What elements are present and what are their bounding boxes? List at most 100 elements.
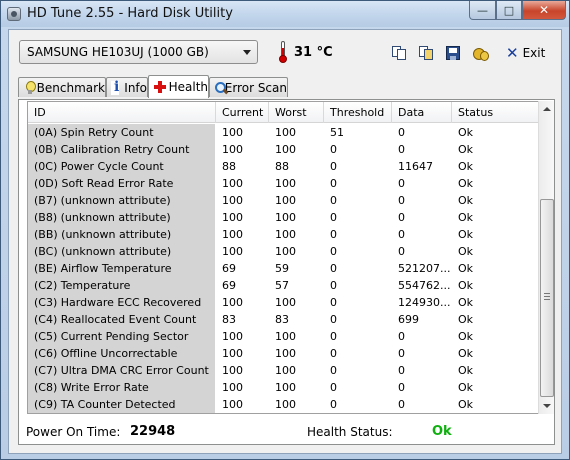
- column-header-status[interactable]: Status: [452, 102, 538, 123]
- cell-current: 100: [222, 347, 243, 360]
- exit-icon: ✕: [506, 44, 519, 62]
- table-row[interactable]: (C5) Current Pending Sector 100 100 0 0 Ok: [28, 328, 538, 345]
- cell-data: 699: [398, 313, 419, 326]
- cell-current: 83: [222, 313, 236, 326]
- window-title: HD Tune 2.55 - Hard Disk Utility: [27, 6, 233, 21]
- cell-status: Ok: [458, 330, 474, 343]
- table-row[interactable]: (C8) Write Error Rate 100 100 0 0 Ok: [28, 379, 538, 396]
- app-window: HD Tune 2.55 - Hard Disk Utility — □ ✕ S…: [0, 0, 570, 460]
- cell-worst: 59: [275, 262, 289, 275]
- cell-data: 0: [398, 398, 405, 411]
- column-header-data[interactable]: Data: [392, 102, 452, 123]
- cell-data: 0: [398, 381, 405, 394]
- cell-id: (0C) Power Cycle Count: [28, 158, 215, 175]
- cell-status: Ok: [458, 296, 474, 309]
- table-row[interactable]: (C4) Reallocated Event Count 83 83 0 699 Ok: [28, 311, 538, 328]
- cell-status: Ok: [458, 279, 474, 292]
- table-row[interactable]: (0B) Calibration Retry Count 100 100 0 0 Ok: [28, 141, 538, 158]
- table-row[interactable]: (C7) Ultra DMA CRC Error Count 100 100 0 0 Ok: [28, 362, 538, 379]
- scroll-up-button[interactable]: [539, 101, 555, 117]
- cell-worst: 100: [275, 296, 296, 309]
- minimize-button[interactable]: —: [469, 1, 496, 20]
- table-row[interactable]: (C6) Offline Uncorrectable 100 100 0 0 Ok: [28, 345, 538, 362]
- cell-threshold: 0: [330, 279, 337, 292]
- magnifier-icon: [214, 81, 226, 95]
- cell-data: 0: [398, 194, 405, 207]
- cell-status: Ok: [458, 245, 474, 258]
- column-header-threshold[interactable]: Threshold: [324, 102, 392, 123]
- column-header-id[interactable]: ID: [28, 102, 216, 123]
- cell-worst: 100: [275, 381, 296, 394]
- cell-status: Ok: [458, 177, 474, 190]
- cell-worst: 100: [275, 245, 296, 258]
- lightbulb-icon: [23, 80, 36, 95]
- tab-info[interactable]: Info: [106, 77, 148, 97]
- cell-threshold: 0: [330, 313, 337, 326]
- power-on-time-label: Power On Time:: [26, 425, 121, 439]
- column-header-worst[interactable]: Worst: [269, 102, 324, 123]
- cell-threshold: 0: [330, 228, 337, 241]
- table-row[interactable]: (C9) TA Counter Detected 100 100 0 0 Ok: [28, 396, 538, 413]
- cell-data: 521207...: [398, 262, 451, 275]
- copy-text-icon: [392, 46, 406, 60]
- copy-text-button[interactable]: [389, 43, 409, 63]
- arrow-down-icon: [543, 404, 551, 408]
- table-row[interactable]: (0C) Power Cycle Count 88 88 0 11647 Ok: [28, 158, 538, 175]
- table-row[interactable]: (B8) (unknown attribute) 100 100 0 0 Ok: [28, 209, 538, 226]
- cell-data: 11647: [398, 160, 433, 173]
- table-row[interactable]: (0D) Soft Read Error Rate 100 100 0 0 Ok: [28, 175, 538, 192]
- title-bar[interactable]: HD Tune 2.55 - Hard Disk Utility — □ ✕: [1, 1, 569, 27]
- tab-label: Benchmark: [36, 80, 105, 95]
- tab-benchmark[interactable]: Benchmark: [18, 77, 106, 97]
- arrow-up-icon: [543, 107, 551, 111]
- drive-select[interactable]: SAMSUNG HE103UJ (1000 GB): [19, 40, 258, 64]
- cell-worst: 100: [275, 177, 296, 190]
- cell-worst: 100: [275, 194, 296, 207]
- cell-id: (0B) Calibration Retry Count: [28, 141, 215, 158]
- table-row[interactable]: (C2) Temperature 69 57 0 554762... Ok: [28, 277, 538, 294]
- table-row[interactable]: (BC) (unknown attribute) 100 100 0 0 Ok: [28, 243, 538, 260]
- cell-status: Ok: [458, 347, 474, 360]
- cell-current: 100: [222, 296, 243, 309]
- copy-screenshot-button[interactable]: [416, 43, 436, 63]
- options-icon: [472, 45, 489, 61]
- cell-current: 100: [222, 143, 243, 156]
- cell-worst: 100: [275, 347, 296, 360]
- scrollbar-thumb[interactable]: [540, 199, 554, 397]
- table-row[interactable]: (C3) Hardware ECC Recovered 100 100 0 124930…: [28, 294, 538, 311]
- cell-threshold: 0: [330, 296, 337, 309]
- options-button[interactable]: [470, 43, 490, 63]
- cell-id: (C6) Offline Uncorrectable: [28, 345, 215, 362]
- cell-id: (C2) Temperature: [28, 277, 215, 294]
- cell-data: 0: [398, 347, 405, 360]
- app-icon: [7, 7, 21, 21]
- close-button[interactable]: ✕: [522, 1, 566, 20]
- table-row[interactable]: (BB) (unknown attribute) 100 100 0 0 Ok: [28, 226, 538, 243]
- exit-button[interactable]: ✕ Exit: [506, 43, 548, 63]
- vertical-scrollbar[interactable]: [538, 101, 554, 414]
- scroll-down-button[interactable]: [539, 398, 555, 414]
- tab-health[interactable]: Health: [148, 75, 209, 98]
- cell-threshold: 0: [330, 262, 337, 275]
- cell-id: (BB) (unknown attribute): [28, 226, 215, 243]
- table-row[interactable]: (BE) Airflow Temperature 69 59 0 521207... Ok: [28, 260, 538, 277]
- copy-screenshot-icon: [419, 46, 433, 60]
- cell-status: Ok: [458, 211, 474, 224]
- tab-error-scan[interactable]: Error Scan: [209, 77, 288, 97]
- cell-id: (B7) (unknown attribute): [28, 192, 215, 209]
- cell-worst: 100: [275, 126, 296, 139]
- table-row[interactable]: (0A) Spin Retry Count 100 100 51 0 Ok: [28, 124, 538, 141]
- cell-worst: 100: [275, 398, 296, 411]
- maximize-button[interactable]: □: [496, 1, 522, 20]
- cell-status: Ok: [458, 262, 474, 275]
- cell-id: (B8) (unknown attribute): [28, 209, 215, 226]
- smart-table[interactable]: ID Current Worst Threshold Data Status (…: [27, 101, 539, 414]
- cell-status: Ok: [458, 398, 474, 411]
- table-header: ID Current Worst Threshold Data Status: [28, 102, 538, 123]
- column-header-current[interactable]: Current: [216, 102, 269, 123]
- save-button[interactable]: [443, 43, 463, 63]
- cell-status: Ok: [458, 143, 474, 156]
- table-row[interactable]: (B7) (unknown attribute) 100 100 0 0 Ok: [28, 192, 538, 209]
- cell-current: 100: [222, 126, 243, 139]
- cell-id: (BE) Airflow Temperature: [28, 260, 215, 277]
